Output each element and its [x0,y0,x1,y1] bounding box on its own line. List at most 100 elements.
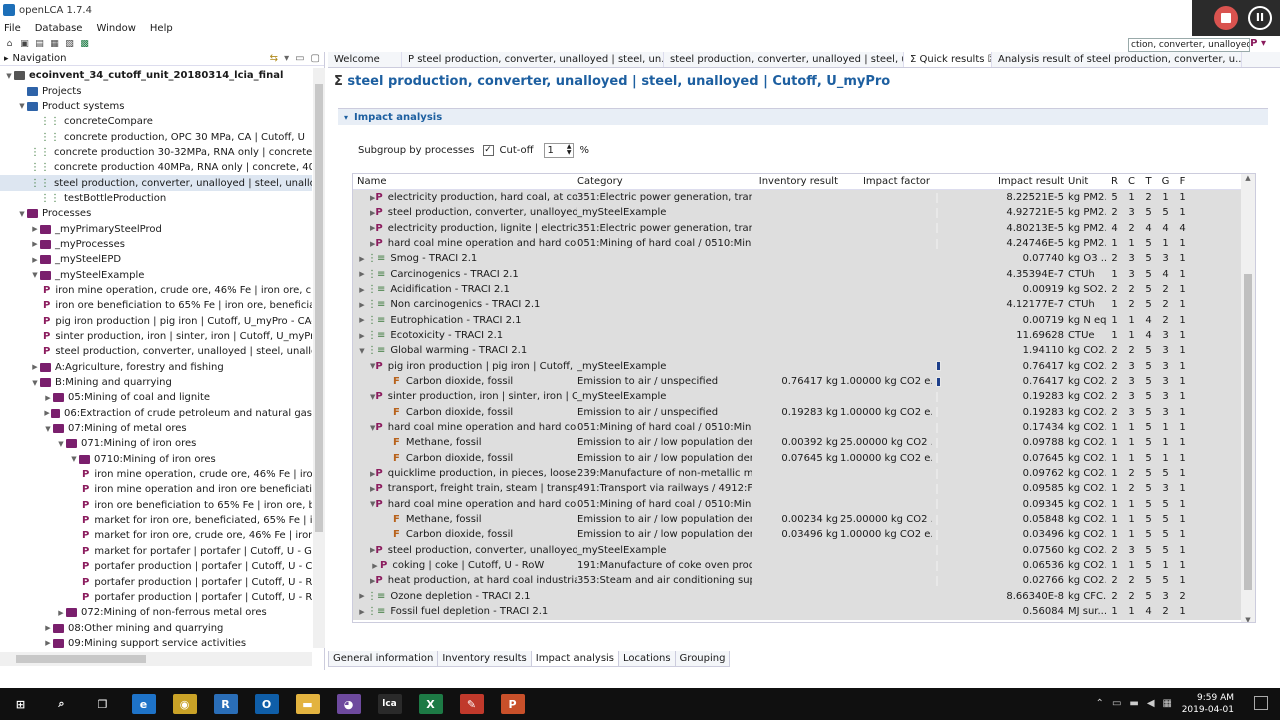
menu-file[interactable]: File [4,23,21,34]
tree-item[interactable]: ▶ 05:Mining of coal and lignite [0,390,312,405]
table-row[interactable]: ▶ Pquicklime production, in pieces, loose… [353,466,1255,481]
chevron-right-icon[interactable]: ▶ [357,332,367,340]
tree-item[interactable]: Ppig iron production | pig iron | Cutoff… [0,314,312,329]
tree-item[interactable]: ▶ 072:Mining of non-ferrous metal ores [0,605,312,620]
tree-item[interactable]: Piron ore beneficiation to 65% Fe | iron… [0,498,312,513]
chevron-down-icon[interactable]: ▼ [17,210,27,218]
chevron-right-icon[interactable]: ▶ [43,624,53,632]
process-search-icon[interactable]: P ▾ [1250,38,1266,49]
cutoff-spinner[interactable]: 1 ▲ ▼ [543,143,574,158]
chevron-right-icon[interactable]: ▶ [357,286,367,294]
col-g[interactable]: G [1157,176,1174,187]
keyboard-icon[interactable]: ▦ [1163,698,1172,709]
chevron-up-icon[interactable]: ⌃ [1096,698,1104,709]
col-factor[interactable]: Impact factor [840,176,932,187]
tree-item[interactable]: ▼ 071:Mining of iron ores [0,436,312,451]
taskbar-github-icon[interactable]: ◕ [336,694,361,714]
tree-item[interactable]: Piron ore beneficiation to 65% Fe | iron… [0,298,312,313]
table-row[interactable]: ▶ ⋮≡ Eutrophication - TRACI 2.1 0.00719 kg N… [353,313,1255,328]
chevron-right-icon[interactable]: ▶ [370,562,380,570]
tree-item[interactable]: Projects [0,83,312,98]
menu-help[interactable]: Help [150,23,173,34]
tree-item[interactable]: Pmarket for iron ore, beneficiated, 65% … [0,513,312,528]
chevron-right-icon[interactable]: ▶ [357,316,367,324]
chevron-right-icon[interactable]: ▶ [30,225,40,233]
tree-item[interactable]: ⋮⋮ concreteCompare [0,114,312,129]
table-row[interactable]: F Methane, fossil Emission to air / low po… [353,435,1255,450]
tree-item[interactable]: ▼ Product systems [0,99,312,114]
taskbar-task-view-icon[interactable]: ❐ [90,694,115,714]
taskbar-openlca-icon[interactable]: lca [377,694,402,714]
chevron-down-icon[interactable]: ▼ [4,72,14,80]
page-tab[interactable]: Inventory results [437,651,532,667]
chevron-right-icon[interactable]: ▶ [357,592,367,600]
table-row[interactable]: F Carbon dioxide, fossil Emission to air /… [353,405,1255,420]
clock[interactable]: 9:59 AM 2019-04-01 [1182,692,1234,716]
tree-item[interactable]: Piron mine operation, crude ore, 46% Fe … [0,283,312,298]
taskbar-r-icon[interactable]: R [213,694,238,714]
section-header[interactable]: ▾ Impact analysis [338,109,1268,125]
tree-item[interactable]: ▼ B:Mining and quarrying [0,375,312,390]
chevron-down-icon[interactable]: ▼ [30,379,40,387]
menu-database[interactable]: Database [35,23,83,34]
table-row[interactable]: ▶⋮≡Smog - TRACI 2.10.07740kg O3 ...23531 [353,251,1255,266]
collapse-icon[interactable]: ▾ [344,113,348,122]
page-tab[interactable]: Impact analysis [530,651,620,667]
taskbar-chrome-icon[interactable]: ◉ [172,694,197,714]
taskbar-pdf-icon[interactable]: ✎ [459,694,484,714]
taskbar-powerpoint-icon[interactable]: P [500,694,525,714]
save-all-icon[interactable]: ▤ [34,39,45,50]
col-inventory[interactable]: Inventory result [752,176,840,187]
tree-item[interactable]: ▼ _mySteelExample [0,267,312,282]
tree-item[interactable]: ▶ 09:Mining support service activities [0,636,312,651]
table-row[interactable]: ▶ Ptransport, freight train, steam | tran… [353,481,1255,496]
chevron-right-icon[interactable]: ▶ [43,394,53,402]
table-row[interactable]: F Carbon dioxide, fossil Emission to air /… [353,527,1255,542]
chevron-right-icon[interactable]: ▶ [357,255,367,263]
network-icon[interactable]: ▭ [1112,698,1121,709]
editor-tab[interactable]: steel production, converter, unalloyed |… [664,52,904,67]
table-row[interactable]: ▶ Pcoking | coke | Cutoff, U - RoW 191:Man… [353,558,1255,573]
tree-item[interactable]: Psteel production, converter, unalloyed … [0,344,312,359]
tree-item[interactable]: ▼ Processes [0,206,312,221]
col-category[interactable]: Category [577,176,752,187]
link-editor-icon[interactable]: ⇆ [270,53,278,64]
tree-item[interactable]: ⋮⋮ steel production, converter, unalloyed… [0,175,312,191]
chevron-right-icon[interactable]: ▶ [43,639,53,647]
tree-item[interactable]: Psinter production, iron | sinter, iron … [0,329,312,344]
tree-item[interactable]: Pmarket for portafer | portafer | Cutoff… [0,544,312,559]
chevron-right-icon[interactable]: ▶ [357,301,367,309]
table-row[interactable]: ▶ Psteel production, converter, unalloyed… [353,205,1255,220]
chevron-down-icon[interactable]: ▼ [17,102,27,110]
export-icon[interactable]: ▦ [49,39,60,50]
save-icon[interactable]: ▣ [19,39,30,50]
table-row[interactable]: ▼ Ppig iron production | pig iron | Cutof… [353,359,1255,374]
navigation-horizontal-scrollbar[interactable] [0,652,312,666]
chevron-right-icon[interactable]: ▶ [30,256,40,264]
chevron-right-icon[interactable]: ▶ [56,609,66,617]
tree-item[interactable]: ▶ A:Agriculture, forestry and fishing [0,360,312,375]
tree-item[interactable]: ⋮⋮ testBottleProduction [0,191,312,206]
tree-item[interactable]: ▶ _myPrimarySteelProd [0,221,312,236]
tree-item[interactable]: Piron mine operation, crude ore, 46% Fe … [0,467,312,482]
editor-tab[interactable]: Σ Quick results ☒ [904,52,992,67]
navigation-vertical-scrollbar[interactable] [313,68,325,648]
tree-item[interactable]: Pmarket for iron ore, crude ore, 46% Fe … [0,528,312,543]
page-tab[interactable]: General information [328,651,439,667]
table-row[interactable]: ▶ Pheat production, at hard coal industri… [353,573,1255,588]
menu-window[interactable]: Window [96,23,135,34]
notification-icon[interactable] [1254,696,1268,710]
tree-item[interactable]: Piron mine operation and iron ore benefi… [0,482,312,497]
editor-tab[interactable]: Analysis result of steel production, con… [992,52,1242,67]
chevron-right-icon[interactable]: ▶ [357,608,367,616]
table-row[interactable]: ▶ ⋮≡ Non carcinogenics - TRACI 2.1 4.12177E… [353,297,1255,312]
tree-item[interactable]: ▶ 06:Extraction of crude petroleum and na… [0,406,312,421]
tree-item[interactable]: Pportafer production | portafer | Cutoff… [0,590,312,605]
tree-item[interactable]: ▶ 08:Other mining and quarrying [0,620,312,635]
chevron-right-icon[interactable]: ▶ [30,363,40,371]
search-input[interactable]: ction, converter, unalloyed [1128,38,1250,52]
table-row[interactable]: ▶ Pelectricity production, lignite | elec… [353,221,1255,236]
tree-item[interactable]: Pportafer production | portafer | Cutoff… [0,574,312,589]
table-row[interactable]: ▶ Phard coal mine operation and hard coal… [353,236,1255,251]
taskbar-edge-icon[interactable]: e [131,694,156,714]
